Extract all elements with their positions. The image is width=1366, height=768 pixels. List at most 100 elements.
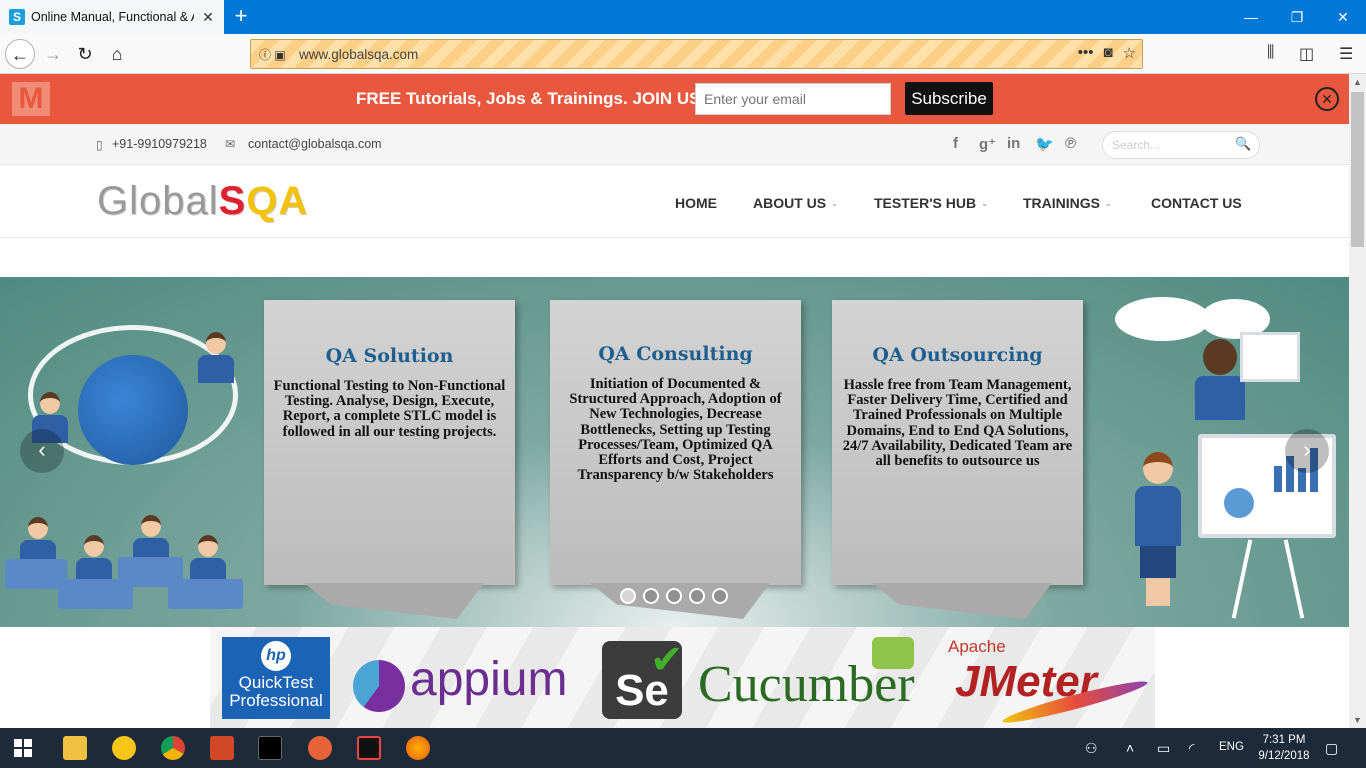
close-window-button[interactable]: ✕	[1320, 0, 1366, 34]
nav-about-us[interactable]: ABOUT US ⌄	[753, 195, 838, 211]
person-illustration	[198, 332, 234, 383]
appium-logo-text: appium	[410, 653, 568, 706]
card-body: Hassle free from Team Management, Faster…	[842, 377, 1073, 470]
logo-qa: QA	[246, 179, 309, 223]
file-explorer-icon[interactable]	[63, 736, 87, 760]
battery-icon[interactable]: ▭	[1157, 740, 1170, 757]
tips-icon[interactable]	[112, 736, 136, 760]
notifications-icon[interactable]: ▢	[1325, 740, 1338, 757]
slider-dot[interactable]	[689, 588, 705, 604]
slider-next-button[interactable]: ›	[1285, 429, 1329, 473]
qa-outsourcing-card: QA Outsourcing Hassle free from Team Man…	[832, 300, 1083, 619]
library-icon[interactable]: ⫼	[1267, 44, 1274, 62]
sidebar-icon[interactable]: ◫	[1299, 44, 1314, 64]
contact-email[interactable]: contact@globalsqa.com	[248, 137, 382, 151]
browser-titlebar: S Online Manual, Functional & A ✕ + — ❐ …	[0, 0, 1366, 34]
close-tab-icon[interactable]: ✕	[200, 9, 216, 25]
chevron-up-icon[interactable]: ˄	[1126, 740, 1134, 756]
language-indicator[interactable]: ENG	[1219, 741, 1244, 753]
terminal-icon[interactable]	[258, 736, 282, 760]
hp-mark: hp	[261, 641, 291, 671]
chevron-down-icon: ⌄	[1105, 199, 1112, 208]
promo-email-input[interactable]	[695, 83, 891, 115]
url-text[interactable]: www.globalsqa.com	[299, 47, 418, 62]
search-icon[interactable]: 🔍	[1235, 136, 1251, 152]
back-button[interactable]: ←	[5, 39, 35, 69]
slider-dot[interactable]	[643, 588, 659, 604]
globalsqa-logo[interactable]: GlobalSQA	[97, 179, 308, 224]
postman-icon[interactable]	[308, 736, 332, 760]
slider-dot[interactable]	[712, 588, 728, 604]
clock[interactable]: 7:31 PM 9/12/2018	[1256, 732, 1312, 764]
home-button[interactable]: ⌂	[102, 39, 132, 69]
scroll-thumb[interactable]	[1351, 92, 1364, 247]
promo-close-icon[interactable]: ✕	[1315, 87, 1339, 111]
nav-testers-hub[interactable]: TESTER'S HUB ⌄	[874, 195, 988, 211]
pocket-icon[interactable]: ◙	[1103, 44, 1112, 62]
web-page: M FREE Tutorials, Jobs & Trainings. JOIN…	[0, 74, 1349, 728]
network-icon[interactable]: ◜	[1189, 740, 1194, 757]
new-tab-button[interactable]: +	[230, 5, 252, 27]
speech-bubble-illustration	[1115, 297, 1210, 341]
board-leg	[1283, 539, 1305, 619]
site-info-icon[interactable]: ⓘ ▣	[251, 46, 299, 63]
nav-home[interactable]: HOME	[675, 195, 717, 211]
bookmark-star-icon[interactable]: ☆	[1123, 44, 1136, 62]
pinterest-icon[interactable]: ℗	[1065, 135, 1076, 152]
chrome-icon[interactable]	[161, 736, 185, 760]
hp-qtp-logo: hp QuickTest Professional	[222, 637, 330, 719]
firefox-icon[interactable]	[406, 736, 430, 760]
qa-consulting-card: QA Consulting Initiation of Documented &…	[550, 300, 801, 619]
menu-hamburger-icon[interactable]: ☰	[1339, 44, 1353, 64]
chevron-down-icon: ⌄	[831, 199, 838, 208]
facebook-icon[interactable]: f	[953, 135, 958, 152]
slider-prev-button[interactable]: ‹	[20, 429, 64, 473]
restore-button[interactable]: ❐	[1274, 0, 1320, 34]
twitter-icon[interactable]: 🐦	[1035, 135, 1054, 153]
nav-trainings[interactable]: TRAININGS ⌄	[1023, 195, 1112, 211]
selenium-check-icon: ✔	[650, 638, 684, 682]
browser-tab[interactable]: S Online Manual, Functional & A ✕	[0, 0, 224, 34]
address-bar[interactable]: ⓘ ▣ www.globalsqa.com ••• ◙ ☆	[250, 39, 1143, 69]
logo-global: Global	[97, 179, 219, 223]
card-body: Functional Testing to Non-Functional Tes…	[273, 378, 506, 440]
intellij-icon[interactable]	[357, 736, 381, 760]
nav-trainings-label: TRAININGS	[1023, 195, 1100, 211]
logo-s: S	[218, 179, 247, 223]
google-plus-icon[interactable]: g⁺	[979, 135, 996, 153]
appium-logo-icon	[353, 660, 405, 712]
site-favicon-icon: S	[9, 9, 25, 25]
desk-illustration	[168, 579, 243, 609]
nav-contact-us[interactable]: CONTACT US	[1151, 195, 1242, 211]
card-title: QA Outsourcing	[872, 344, 1043, 366]
qa-solution-card: QA Solution Functional Testing to Non-Fu…	[264, 300, 515, 619]
linkedin-icon[interactable]: in	[1007, 135, 1020, 152]
clock-time: 7:31 PM	[1262, 734, 1306, 746]
reload-button[interactable]: ↻	[70, 39, 100, 69]
start-button[interactable]	[14, 739, 32, 757]
globe-illustration	[78, 355, 188, 465]
card-tail	[304, 583, 484, 619]
hero-slider: QA Solution Functional Testing to Non-Fu…	[0, 277, 1349, 627]
forward-button[interactable]: →	[38, 39, 68, 69]
card-tail	[872, 583, 1052, 619]
subscribe-button[interactable]: Subscribe	[905, 82, 993, 115]
slider-dot[interactable]	[666, 588, 682, 604]
minimize-button[interactable]: —	[1228, 0, 1274, 34]
contact-phone: +91-9910979218	[112, 137, 207, 151]
cucumber-logo-text: Cucumber	[698, 656, 915, 713]
page-actions-icon[interactable]: •••	[1078, 44, 1094, 62]
nav-contact-label: CONTACT US	[1151, 195, 1242, 211]
phone-icon: ▯	[96, 138, 103, 152]
powerpoint-icon[interactable]	[210, 736, 234, 760]
monitor-illustration	[1240, 332, 1300, 382]
scroll-down-icon[interactable]: ▼	[1349, 712, 1366, 728]
scroll-up-icon[interactable]: ▲	[1349, 74, 1366, 90]
card-body: Initiation of Documented & Structured Ap…	[569, 376, 782, 484]
page-scrollbar[interactable]: ▲ ▼	[1349, 74, 1366, 728]
people-icon[interactable]: ⚇	[1085, 740, 1098, 757]
browser-navbar: ← → ↻ ⌂ ⓘ ▣ www.globalsqa.com ••• ◙ ☆ ⫼ …	[0, 34, 1366, 74]
contact-bar: ▯ +91-9910979218 ✉ contact@globalsqa.com…	[0, 124, 1349, 165]
slider-dot[interactable]	[620, 588, 636, 604]
slider-pagination	[620, 588, 728, 604]
